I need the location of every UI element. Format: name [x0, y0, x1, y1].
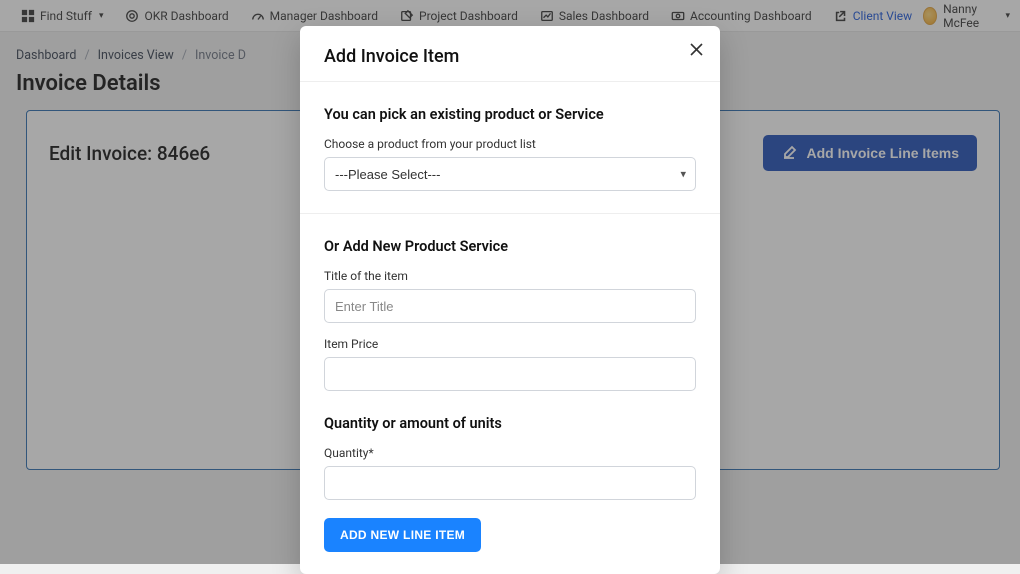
modal-title: Add Invoice Item	[324, 46, 696, 67]
add-new-line-item-label: ADD NEW LINE ITEM	[340, 528, 465, 542]
close-icon	[689, 42, 704, 57]
choose-product-label: Choose a product from your product list	[324, 137, 696, 151]
section-new-product: Or Add New Product Service	[324, 238, 696, 255]
quantity-field-label: Quantity*	[324, 446, 696, 460]
section-quantity: Quantity or amount of units	[324, 415, 696, 432]
title-field-label: Title of the item	[324, 269, 696, 283]
item-title-input[interactable]	[324, 289, 696, 323]
quantity-input[interactable]	[324, 466, 696, 500]
modal-overlay[interactable]: Add Invoice Item You can pick an existin…	[0, 0, 1020, 564]
add-invoice-item-modal: Add Invoice Item You can pick an existin…	[300, 26, 720, 574]
item-price-input[interactable]	[324, 357, 696, 391]
add-new-line-item-button[interactable]: ADD NEW LINE ITEM	[324, 518, 481, 552]
close-button[interactable]	[689, 42, 704, 57]
product-select[interactable]: ---Please Select---	[324, 157, 696, 191]
price-field-label: Item Price	[324, 337, 696, 351]
section-pick-existing: You can pick an existing product or Serv…	[324, 106, 696, 123]
